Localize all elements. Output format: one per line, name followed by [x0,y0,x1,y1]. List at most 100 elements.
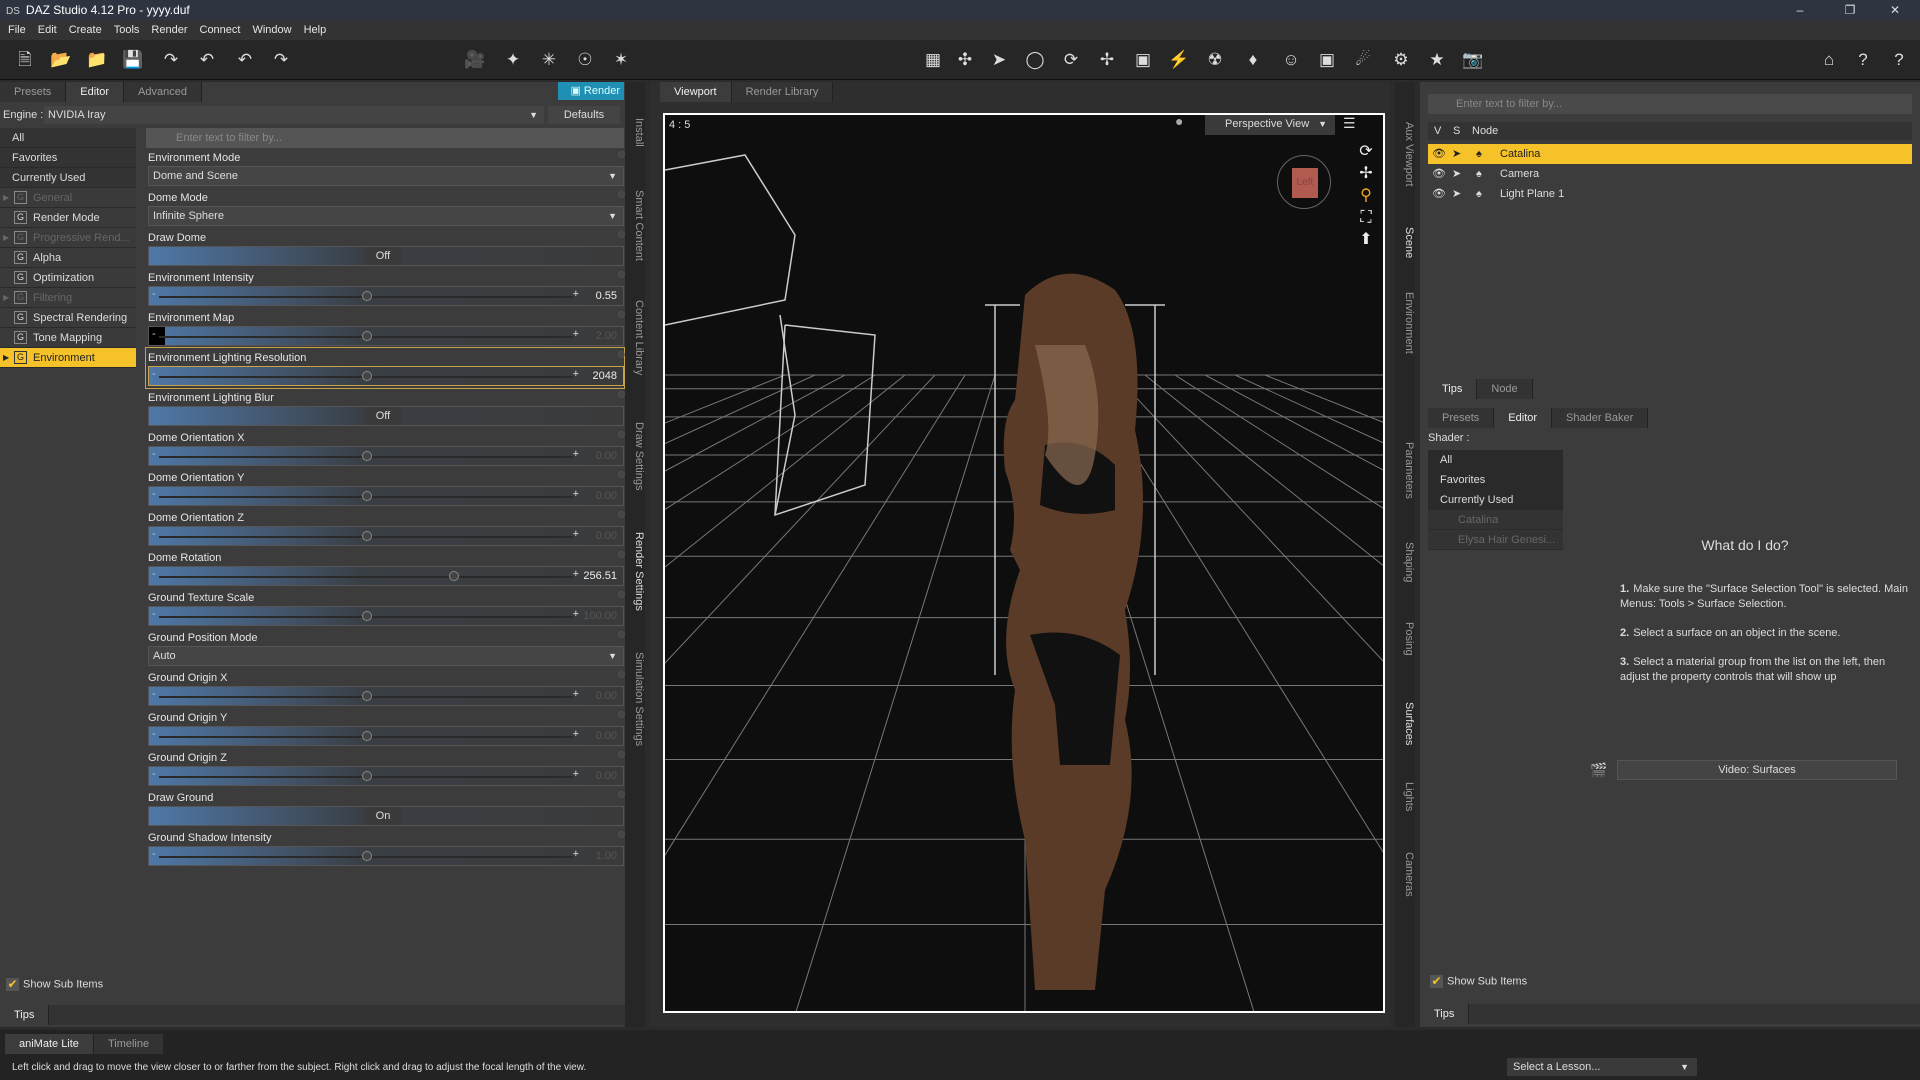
category-render-mode[interactable]: G Render Mode [0,208,136,228]
category-tone-mapping[interactable]: G Tone Mapping [0,328,136,348]
tool-icon[interactable]: ▣ [1130,48,1156,72]
side-tab-draw-settings[interactable]: Draw Settings [625,422,645,490]
slider-knob[interactable] [362,331,372,341]
slider-knob[interactable] [362,451,372,461]
tab-editor[interactable]: Editor [66,82,125,102]
increment-icon[interactable]: + [573,608,579,620]
tool-icon[interactable]: ⟳ [1058,48,1084,72]
render-button[interactable]: ▣ Render [558,82,624,100]
new-light-icon[interactable]: ✶ [608,48,634,72]
tab-presets[interactable]: Presets [1428,408,1495,428]
zoom-icon[interactable]: ⚲ [1355,185,1377,207]
property-slider[interactable]: - +2048 [148,366,624,386]
view-cube[interactable]: Left [1277,155,1331,209]
shader-list-item[interactable]: All [1428,450,1563,470]
shader-tree-item[interactable]: Elysa Hair Genesi... [1428,530,1563,550]
visibility-eye-icon[interactable]: 👁 [1432,184,1446,204]
category-general[interactable]: ▶ G General [0,188,136,208]
menu-edit[interactable]: Edit [38,24,57,36]
property-select[interactable]: Infinite Sphere ▼ [148,206,624,226]
property-select[interactable]: Auto ▼ [148,646,624,666]
property-value[interactable]: 1.00 [596,850,617,862]
new-pointlight-icon[interactable]: ✳ [536,48,562,72]
tool-icon[interactable]: ⚙ [1388,48,1414,72]
reset-view-icon[interactable]: ⬆ [1355,229,1377,251]
property-toggle[interactable]: Off [148,406,624,426]
show-sub-items-checkbox[interactable]: ✔ Show Sub Items [6,978,103,991]
slider-knob[interactable] [449,571,460,581]
category-alpha[interactable]: G Alpha [0,248,136,268]
menu-create[interactable]: Create [69,24,102,36]
property-value[interactable]: 0.00 [596,770,617,782]
category-currently-used[interactable]: Currently Used [0,168,136,188]
tool-icon[interactable]: ♦ [1240,48,1266,72]
increment-icon[interactable]: + [573,728,579,740]
menu-window[interactable]: Window [252,24,291,36]
merge-icon[interactable]: 📁 [84,48,110,72]
import-icon[interactable]: ↷ [158,48,184,72]
category-environment[interactable]: ▶ G Environment [0,348,136,368]
side-tab-content-library[interactable]: Content Library [625,300,645,375]
shader-list-item[interactable]: Favorites [1428,470,1563,490]
tab-animate-lite[interactable]: aniMate Lite [5,1034,94,1054]
side-tab-surfaces[interactable]: Surfaces [1395,702,1415,745]
slider-knob[interactable] [362,611,372,621]
video-surfaces-button[interactable]: Video: Surfaces [1617,760,1897,780]
shader-list-item[interactable]: Currently Used [1428,490,1563,510]
side-tab-parameters[interactable]: Parameters [1395,442,1415,499]
decrement-icon[interactable]: - [152,728,156,740]
decrement-icon[interactable]: - [152,608,156,620]
menu-connect[interactable]: Connect [200,24,241,36]
expand-arrow-icon[interactable]: ▶ [3,228,9,248]
orbit-icon[interactable]: ⟳ [1355,141,1377,163]
side-tab-scene[interactable]: Scene [1395,227,1415,258]
category-favorites[interactable]: Favorites [0,148,136,168]
slider-knob[interactable] [362,771,372,781]
category-spectral-rendering[interactable]: G Spectral Rendering [0,308,136,328]
property-slider[interactable]: - +2.00 [148,326,624,346]
slider-knob[interactable] [362,371,372,381]
tool-icon[interactable]: ☺ [1278,48,1304,72]
tool-icon[interactable]: ? [1850,48,1876,72]
property-value[interactable]: 0.00 [596,450,617,462]
scene-node[interactable]: 👁 ➤ ♠ Camera [1428,164,1912,184]
selectable-cursor-icon[interactable]: ➤ [1452,184,1461,204]
increment-icon[interactable]: + [573,368,579,380]
close-button[interactable]: ✕ [1875,0,1915,20]
property-select[interactable]: Dome and Scene ▼ [148,166,624,186]
property-value[interactable]: 0.00 [596,690,617,702]
show-sub-items-checkbox[interactable]: ✔ Show Sub Items [1430,975,1527,988]
increment-icon[interactable]: + [573,768,579,780]
tab-node[interactable]: Node [1477,379,1533,399]
tab-render-library[interactable]: Render Library [731,82,834,102]
visibility-eye-icon[interactable]: 👁 [1432,144,1446,164]
property-value[interactable]: 0.00 [596,490,617,502]
side-tab-lights[interactable]: Lights [1395,782,1415,811]
viewport-menu-icon[interactable]: ☰ [1343,115,1356,132]
side-tab-posing[interactable]: Posing [1395,622,1415,656]
increment-icon[interactable]: + [573,848,579,860]
side-tab-render-settings[interactable]: Render Settings [625,532,645,611]
slider-knob[interactable] [362,731,372,741]
new-spotlight-icon[interactable]: ✦ [500,48,526,72]
property-value[interactable]: 0.00 [596,530,617,542]
property-slider[interactable]: - +100.00 [148,606,624,626]
tool-icon[interactable]: ▦ [920,48,946,72]
tab-advanced[interactable]: Advanced [124,82,202,102]
scene-node[interactable]: 👁 ➤ ♠ Light Plane 1 [1428,184,1912,204]
decrement-icon[interactable]: - [152,568,156,580]
menu-help[interactable]: Help [304,24,327,36]
tool-icon[interactable]: ⚡ [1166,48,1192,72]
open-icon[interactable]: 📂 [48,48,74,72]
undo-icon[interactable]: ↶ [232,48,258,72]
selectable-cursor-icon[interactable]: ➤ [1452,164,1461,184]
side-tab-shaping[interactable]: Shaping [1395,542,1415,582]
side-tab-cameras[interactable]: Cameras [1395,852,1415,897]
scene-filter-input[interactable]: Enter text to filter by... [1428,94,1912,114]
category-all[interactable]: All [0,128,136,148]
slider-knob[interactable] [362,491,372,501]
expand-arrow-icon[interactable]: ▶ [3,288,9,308]
export-icon[interactable]: ↶ [194,48,220,72]
new-distantlight-icon[interactable]: ☉ [572,48,598,72]
increment-icon[interactable]: + [573,488,579,500]
